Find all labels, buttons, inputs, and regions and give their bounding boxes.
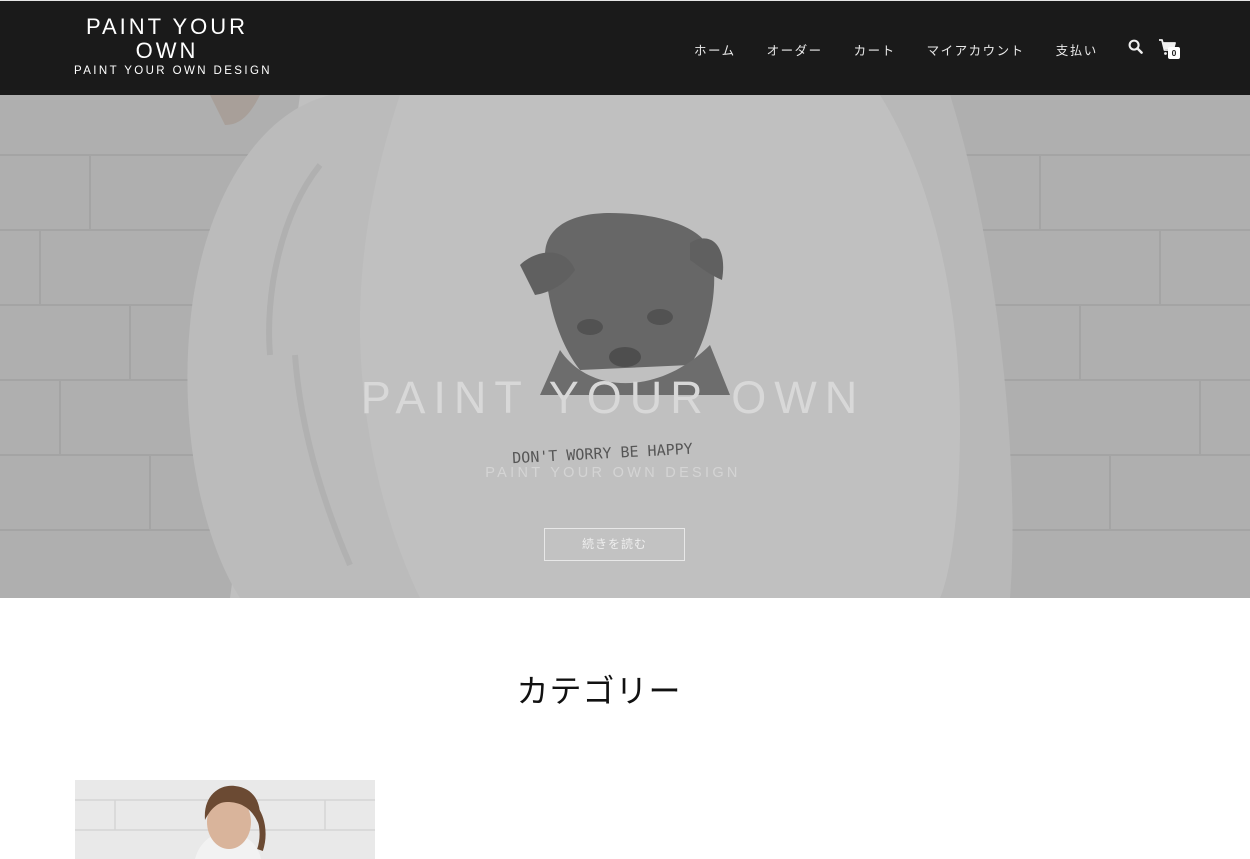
nav-item-order[interactable]: オーダー bbox=[767, 40, 823, 59]
nav-item-my-account[interactable]: マイアカウント bbox=[927, 40, 1025, 59]
nav-item-payment[interactable]: 支払い bbox=[1056, 40, 1098, 59]
hero-background-image: DON'T WORRY BE HAPPY bbox=[0, 95, 1250, 598]
site-tagline: PAINT YOUR OWN DESIGN bbox=[74, 65, 273, 77]
hero-banner: DON'T WORRY BE HAPPY PAINT YOUR OWN PAIN… bbox=[0, 95, 1250, 598]
search-icon[interactable] bbox=[1128, 39, 1143, 54]
category-image[interactable] bbox=[75, 780, 375, 859]
hero-title: PAINT YOUR OWN bbox=[360, 372, 866, 423]
category-section-title: カテゴリー bbox=[516, 672, 682, 710]
site-header: PAINT YOUR OWN PAINT YOUR OWN DESIGN ホーム… bbox=[0, 0, 1250, 95]
site-logo[interactable]: PAINT YOUR OWN PAINT YOUR OWN DESIGN bbox=[74, 15, 273, 78]
nav-item-home[interactable]: ホーム bbox=[694, 40, 736, 59]
site-title[interactable]: PAINT YOUR OWN bbox=[74, 15, 260, 63]
cart-count-badge[interactable]: 0 bbox=[1168, 47, 1180, 59]
nav-item-cart[interactable]: カート bbox=[854, 40, 896, 59]
read-more-button[interactable]: 続きを読む bbox=[544, 528, 685, 561]
main-nav: ホーム オーダー カート マイアカウント 支払い bbox=[694, 40, 1129, 59]
hero-subtitle: PAINT YOUR OWN DESIGN bbox=[485, 465, 741, 481]
category-card[interactable] bbox=[75, 780, 375, 859]
